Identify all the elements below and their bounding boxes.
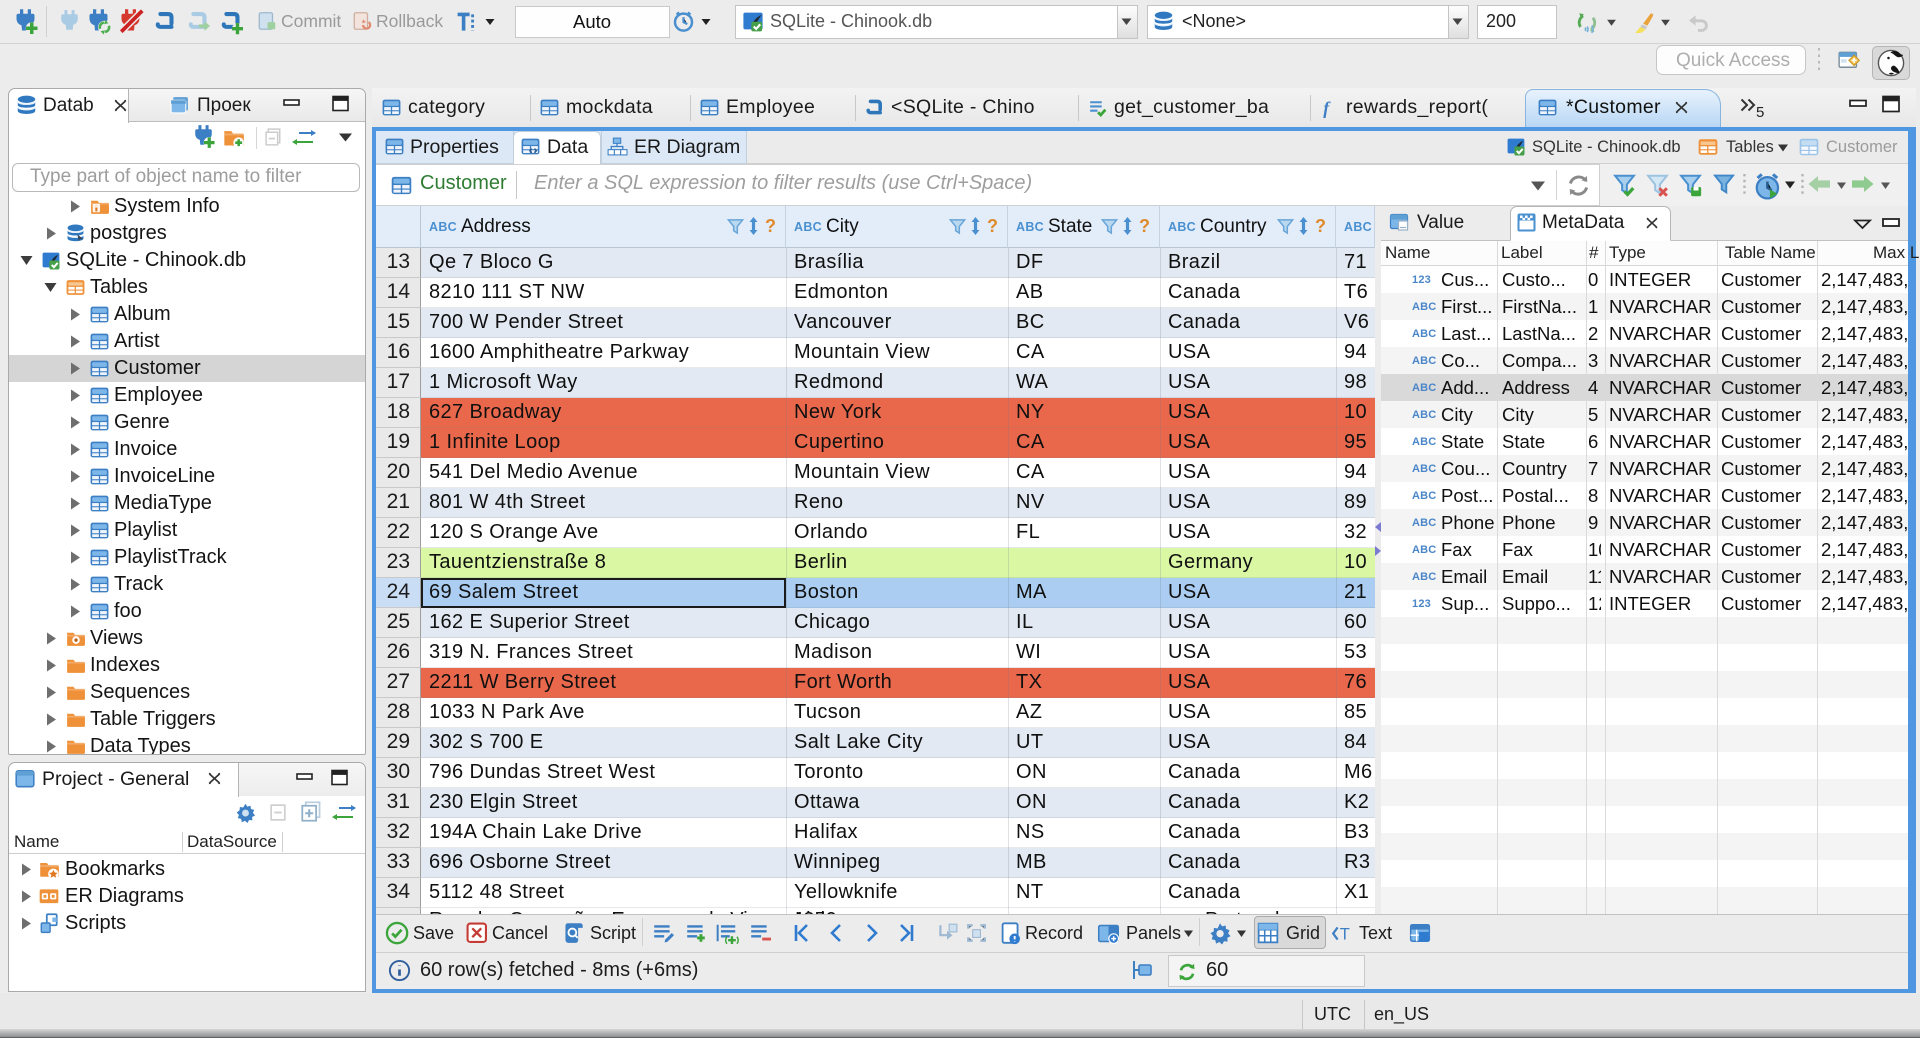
svg-text:f: f [1323,98,1331,118]
svg-text:T: T [1340,926,1350,944]
